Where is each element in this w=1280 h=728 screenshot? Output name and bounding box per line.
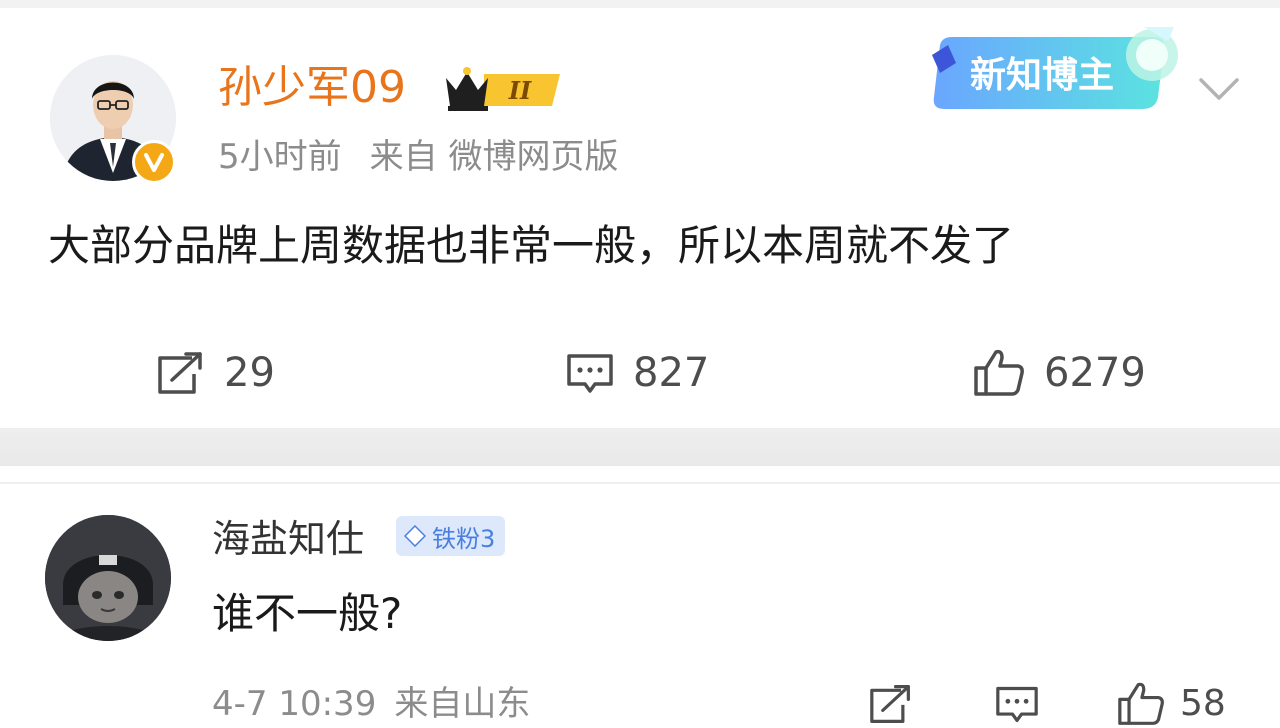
verified-v-icon: [132, 140, 176, 184]
comment-like-button[interactable]: 58: [1116, 680, 1226, 728]
crown-level-icon[interactable]: II: [440, 62, 565, 114]
level-badge-label: II: [508, 76, 532, 105]
comment-count: 827: [633, 350, 710, 396]
diamond-icon: [404, 525, 426, 547]
fan-level-label: 铁粉3: [432, 524, 496, 553]
comment-repost-button[interactable]: [868, 680, 914, 728]
comment-icon: [567, 354, 613, 393]
post-time: 5小时前: [218, 137, 342, 177]
post-text: 大部分品牌上周数据也非常一般，所以本周就不发了: [48, 221, 1015, 270]
like-count: 6279: [1044, 350, 1146, 396]
comment-like-count: 58: [1180, 683, 1226, 724]
comment-button[interactable]: 827: [565, 345, 709, 401]
post-source[interactable]: 来自 微博网页版: [370, 137, 619, 177]
repost-icon: [158, 352, 202, 394]
repost-button[interactable]: 29: [156, 345, 275, 401]
top-bar: [0, 0, 1280, 8]
chevron-down-icon[interactable]: [1196, 70, 1242, 106]
comment-meta: 4-7 10:39 来自山东: [212, 680, 530, 728]
like-button[interactable]: 6279: [972, 345, 1146, 401]
separator-line: [0, 482, 1280, 484]
comment-icon: [996, 686, 1038, 723]
repost-icon: [870, 685, 910, 723]
badge-label: 新知博主: [970, 55, 1114, 96]
comment-time: 4-7 10:39: [212, 684, 377, 724]
post-meta: 5小时前 来自 微博网页版: [218, 132, 618, 182]
fan-level-badge: 铁粉3: [396, 516, 506, 556]
author-name[interactable]: 孙少军09: [218, 58, 406, 118]
commenter-avatar[interactable]: [45, 515, 171, 641]
thumbs-up-icon: [974, 349, 1024, 396]
repost-count: 29: [224, 350, 275, 396]
section-divider: [0, 428, 1280, 466]
comment-location: 来自山东: [394, 684, 531, 724]
new-knowledge-blogger-badge[interactable]: 新知博主: [922, 15, 1187, 120]
comment-text: 谁不一般?: [212, 589, 403, 638]
thumbs-up-icon: [1118, 682, 1164, 725]
comment-reply-button[interactable]: [994, 680, 1040, 728]
commenter-name[interactable]: 海盐知仕: [212, 512, 364, 566]
